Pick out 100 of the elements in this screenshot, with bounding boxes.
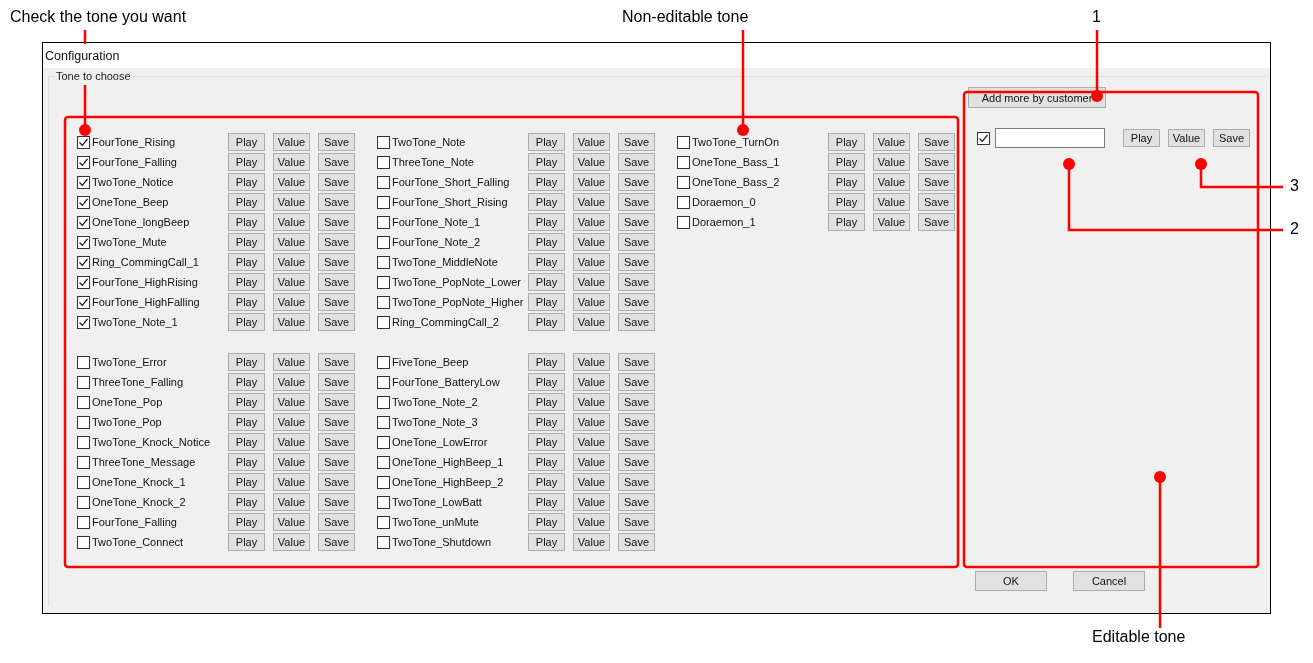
tone-button[interactable]: Value <box>273 453 310 471</box>
tone-button[interactable]: Value <box>573 393 610 411</box>
tone-button[interactable]: Save <box>318 433 355 451</box>
tone-button[interactable]: Value <box>273 473 310 491</box>
checkbox[interactable] <box>377 515 390 529</box>
tone-button[interactable]: Play <box>228 193 265 211</box>
tone-button[interactable]: Play <box>228 253 265 271</box>
tone-button[interactable]: Value <box>273 153 310 171</box>
tone-button[interactable]: Play <box>228 393 265 411</box>
tone-button[interactable]: Value <box>873 213 910 231</box>
tone-button[interactable]: Play <box>528 273 565 291</box>
tone-button[interactable]: Value <box>573 413 610 431</box>
checkbox[interactable] <box>377 475 390 489</box>
tone-button[interactable]: Play <box>228 273 265 291</box>
tone-button[interactable]: Save <box>318 153 355 171</box>
tone-button[interactable]: Play <box>528 373 565 391</box>
tone-button[interactable]: Save <box>318 513 355 531</box>
tone-button[interactable]: Value <box>573 313 610 331</box>
checkbox[interactable] <box>377 215 390 229</box>
tone-button[interactable]: Play <box>228 433 265 451</box>
tone-button[interactable]: Save <box>618 173 655 191</box>
checkbox[interactable] <box>377 275 390 289</box>
checkbox[interactable] <box>77 215 90 229</box>
tone-button[interactable]: Save <box>618 133 655 151</box>
tone-button[interactable]: Save <box>318 233 355 251</box>
tone-button[interactable]: Play <box>228 153 265 171</box>
tone-button[interactable]: Save <box>618 393 655 411</box>
tone-button[interactable]: Play <box>528 493 565 511</box>
tone-button[interactable]: Value <box>573 193 610 211</box>
tone-button[interactable]: Save <box>318 473 355 491</box>
tone-button[interactable]: Save <box>618 193 655 211</box>
tone-button[interactable]: Value <box>273 373 310 391</box>
tone-button[interactable]: Value <box>873 173 910 191</box>
tone-button[interactable]: Save <box>618 233 655 251</box>
tone-button[interactable]: Play <box>228 453 265 471</box>
tone-button[interactable]: Save <box>318 293 355 311</box>
tone-button[interactable]: Value <box>573 213 610 231</box>
tone-button[interactable]: Save <box>1213 129 1250 147</box>
checkbox[interactable] <box>377 155 390 169</box>
tone-button[interactable]: Save <box>918 133 955 151</box>
checkbox[interactable] <box>77 195 90 209</box>
tone-button[interactable]: Value <box>273 313 310 331</box>
checkbox[interactable] <box>77 415 90 429</box>
tone-button[interactable]: Play <box>228 293 265 311</box>
tone-button[interactable]: Value <box>573 273 610 291</box>
tone-button[interactable]: Value <box>573 293 610 311</box>
checkbox[interactable] <box>377 295 390 309</box>
tone-button[interactable]: Save <box>618 433 655 451</box>
tone-button[interactable]: Save <box>918 153 955 171</box>
tone-button[interactable]: Save <box>618 473 655 491</box>
tone-button[interactable]: Play <box>528 433 565 451</box>
tone-button[interactable]: Play <box>528 313 565 331</box>
tone-button[interactable]: Save <box>618 273 655 291</box>
tone-button[interactable]: Value <box>273 293 310 311</box>
tone-button[interactable]: Value <box>573 173 610 191</box>
tone-button[interactable]: Play <box>528 293 565 311</box>
tone-button[interactable]: Play <box>528 473 565 491</box>
checkbox[interactable] <box>377 235 390 249</box>
tone-button[interactable]: Value <box>273 533 310 551</box>
checkbox[interactable] <box>977 131 990 145</box>
tone-button[interactable]: Value <box>573 493 610 511</box>
tone-button[interactable]: Save <box>618 513 655 531</box>
tone-button[interactable]: Save <box>318 453 355 471</box>
tone-button[interactable]: Save <box>618 493 655 511</box>
tone-button[interactable]: Value <box>273 353 310 371</box>
checkbox[interactable] <box>377 135 390 149</box>
tone-button[interactable]: Save <box>318 353 355 371</box>
tone-button[interactable]: Save <box>318 213 355 231</box>
tone-button[interactable]: Play <box>828 193 865 211</box>
checkbox[interactable] <box>77 455 90 469</box>
tone-button[interactable]: Save <box>318 313 355 331</box>
checkbox[interactable] <box>77 255 90 269</box>
tone-button[interactable]: Save <box>318 533 355 551</box>
tone-button[interactable]: Value <box>873 133 910 151</box>
checkbox[interactable] <box>77 515 90 529</box>
tone-button[interactable]: Save <box>318 253 355 271</box>
tone-button[interactable]: Play <box>528 353 565 371</box>
tone-button[interactable]: Value <box>573 533 610 551</box>
checkbox[interactable] <box>77 355 90 369</box>
checkbox[interactable] <box>77 155 90 169</box>
tone-button[interactable]: Play <box>528 453 565 471</box>
tone-button[interactable]: Value <box>273 413 310 431</box>
checkbox[interactable] <box>677 195 690 209</box>
tone-button[interactable]: Play <box>228 173 265 191</box>
checkbox[interactable] <box>77 395 90 409</box>
tone-button[interactable]: Value <box>273 493 310 511</box>
tone-button[interactable]: Value <box>273 213 310 231</box>
tone-button[interactable]: Save <box>918 193 955 211</box>
tone-name-field[interactable] <box>995 128 1105 148</box>
tone-button[interactable]: Save <box>918 173 955 191</box>
tone-button[interactable]: Save <box>618 153 655 171</box>
tone-button[interactable]: Value <box>573 133 610 151</box>
tone-button[interactable]: Value <box>873 153 910 171</box>
tone-button[interactable]: Play <box>228 373 265 391</box>
checkbox[interactable] <box>677 135 690 149</box>
tone-button[interactable]: Value <box>873 193 910 211</box>
tone-button[interactable]: Value <box>573 233 610 251</box>
tone-button[interactable]: Save <box>618 533 655 551</box>
tone-button[interactable]: Value <box>273 233 310 251</box>
tone-button[interactable]: Save <box>318 493 355 511</box>
